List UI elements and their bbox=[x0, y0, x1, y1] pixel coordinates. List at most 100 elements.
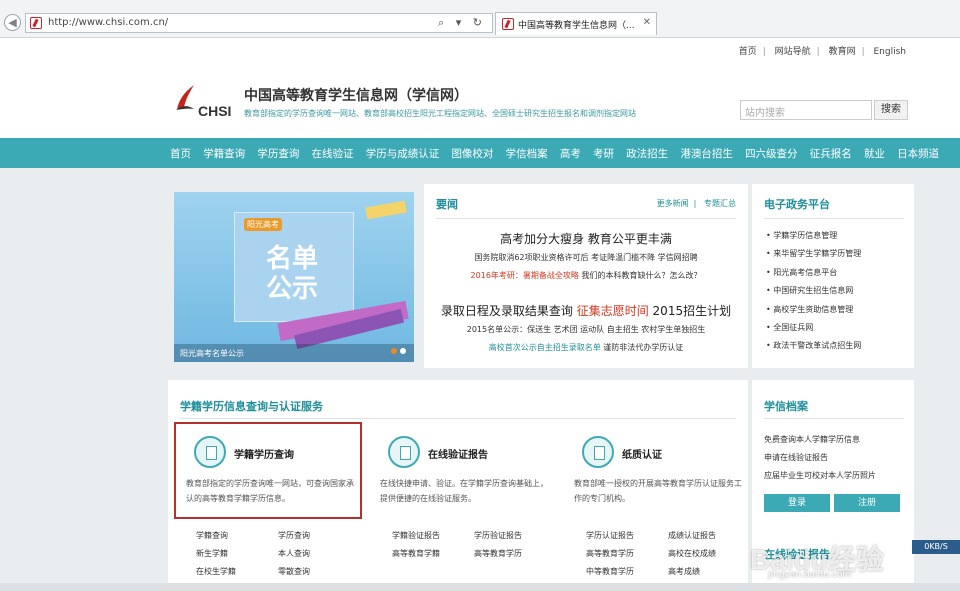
divider bbox=[436, 218, 736, 219]
gov-link[interactable]: • 全国征兵网 bbox=[766, 322, 861, 340]
service-link[interactable]: 学历验证报告 bbox=[474, 530, 522, 541]
gov-link[interactable]: • 高校学生资助信息管理 bbox=[766, 304, 861, 322]
news-panel: 要闻 更多新闻 | 专题汇总 高考加分大瘦身 教育公平更丰满 国务院取消62项职… bbox=[424, 184, 748, 368]
more-news-link[interactable]: 更多新闻 bbox=[657, 199, 689, 208]
nav-item[interactable]: 学历与成绩认证 bbox=[366, 146, 440, 161]
nav-item[interactable]: 日本频道 bbox=[897, 146, 939, 161]
network-speed-badge: 0KB/S bbox=[912, 540, 960, 554]
tab-close-icon[interactable]: ✕ bbox=[643, 17, 651, 28]
news-title: 要闻 bbox=[436, 198, 458, 211]
news-subline-text[interactable]: 谨防非法代办学历认证 bbox=[601, 343, 683, 352]
news-subline-text[interactable]: 我们的本科教育缺什么？怎么改？ bbox=[579, 271, 701, 280]
window-bottom-edge bbox=[0, 583, 960, 591]
banner-pager bbox=[388, 346, 406, 357]
nav-item[interactable]: 学历查询 bbox=[257, 146, 299, 161]
nav-item[interactable]: 港澳台招生 bbox=[680, 146, 733, 161]
service-link[interactable]: 学历认证报告 bbox=[586, 530, 634, 541]
news-subline[interactable]: 2015名单公示：保送生 艺术团 运动队 自主招生 农村学生单独招生 bbox=[424, 324, 748, 335]
service-link[interactable]: 高等教育学历 bbox=[474, 548, 522, 559]
service-link[interactable]: 新生学籍 bbox=[196, 548, 228, 559]
card-title: 纸质认证 bbox=[622, 450, 662, 461]
nav-item[interactable]: 在线验证 bbox=[312, 146, 354, 161]
banner-title: 名单公示 bbox=[266, 244, 319, 304]
news-headline[interactable]: 录取日程及录取结果查询 征集志愿时间 2015招生计划 bbox=[424, 302, 748, 319]
service-link[interactable]: 在校生学籍 bbox=[196, 566, 236, 577]
service-link[interactable]: 成绩认证报告 bbox=[668, 530, 716, 541]
news-headline-part[interactable]: 录取日程及录取结果查询 bbox=[441, 304, 577, 318]
service-link[interactable]: 高等教育学籍 bbox=[392, 548, 440, 559]
gov-link[interactable]: • 中国研究生招生信息网 bbox=[766, 285, 861, 303]
favicon-icon bbox=[30, 17, 42, 29]
site-search-input[interactable]: 站内搜索 bbox=[740, 100, 872, 120]
news-headline[interactable]: 高考加分大瘦身 教育公平更丰满 bbox=[424, 230, 748, 247]
service-link[interactable]: 高考成绩 bbox=[668, 566, 700, 577]
nav-item[interactable]: 征兵报名 bbox=[810, 146, 852, 161]
service-link[interactable]: 本人查询 bbox=[278, 548, 310, 559]
news-subline[interactable]: 国务院取消62项职业资格许可后 考证降温门槛不降 学信网招聘 bbox=[424, 252, 748, 263]
nav-item[interactable]: 学籍查询 bbox=[203, 146, 245, 161]
archive-item[interactable]: 应届毕业生可校对本人学历照片 bbox=[764, 470, 876, 481]
archive-title: 学信档案 bbox=[764, 400, 808, 413]
news-link-separator: | bbox=[691, 199, 702, 208]
news-headline-highlight[interactable]: 征集志愿时间 bbox=[577, 304, 649, 318]
search-button[interactable]: 搜索 bbox=[874, 100, 908, 120]
service-link[interactable]: 高等教育学历 bbox=[586, 548, 634, 559]
baidu-watermark-url: jingyan.baidu.com bbox=[768, 570, 852, 580]
nav-item[interactable]: 就业 bbox=[864, 146, 885, 161]
gov-link-label: 学籍学历信息管理 bbox=[773, 231, 838, 240]
news-highlight[interactable]: 高校首次公示自主招生录取名单 bbox=[489, 343, 601, 352]
nav-item[interactable]: 首页 bbox=[170, 146, 191, 161]
top-link-edu[interactable]: 教育网 bbox=[829, 47, 856, 57]
service-card-online-report[interactable]: 在线验证报告 在线快捷申请、验证。在学籍学历查询基础上，提供便捷的在线验证服务。 bbox=[368, 426, 554, 516]
service-link[interactable]: 学籍验证报告 bbox=[392, 530, 440, 541]
service-link[interactable]: 零散查询 bbox=[278, 566, 310, 577]
card-description: 在线快捷申请、验证。在学籍学历查询基础上，提供便捷的在线验证服务。 bbox=[380, 479, 548, 503]
address-bar[interactable]: http://www.chsi.com.cn/ ⌕ ▾ ↻ bbox=[25, 13, 493, 33]
address-url: http://www.chsi.com.cn/ bbox=[48, 17, 169, 28]
top-link-sitemap[interactable]: 网站导航 bbox=[775, 47, 811, 57]
login-button[interactable]: 登录 bbox=[764, 494, 830, 512]
promo-banner[interactable]: 阳光高考 名单公示 阳光高考名单公示 bbox=[174, 192, 414, 362]
gov-link[interactable]: • 来华留学生学籍学历管理 bbox=[766, 248, 861, 266]
nav-item[interactable]: 学信档案 bbox=[506, 146, 548, 161]
divider bbox=[764, 418, 904, 419]
divider bbox=[180, 418, 736, 419]
gov-link[interactable]: • 政法干警改革试点招生网 bbox=[766, 340, 861, 358]
divider bbox=[764, 218, 904, 219]
banner-badge: 阳光高考 bbox=[244, 218, 282, 231]
news-subline[interactable]: 高校首次公示自主招生录取名单 谨防非法代办学历认证 bbox=[424, 342, 748, 353]
logo-text: CHSI bbox=[198, 103, 232, 119]
nav-item[interactable]: 图像校对 bbox=[451, 146, 493, 161]
top-link-english[interactable]: English bbox=[874, 47, 907, 57]
nav-item[interactable]: 四六级查分 bbox=[745, 146, 798, 161]
archive-item[interactable]: 申请在线验证报告 bbox=[764, 452, 828, 463]
service-link[interactable]: 中等教育学历 bbox=[586, 566, 634, 577]
archive-item[interactable]: 免费查询本人学籍学历信息 bbox=[764, 434, 860, 445]
service-link[interactable]: 学历查询 bbox=[278, 530, 310, 541]
browser-tab[interactable]: 中国高等教育学生信息网（... ✕ bbox=[495, 12, 657, 35]
service-card-paper-cert[interactable]: 纸质认证 教育部唯一授权的开展高等教育学历认证服务工作的专门机构。 bbox=[562, 426, 748, 516]
pager-dot[interactable] bbox=[400, 348, 406, 354]
top-link-home[interactable]: 首页 bbox=[739, 47, 757, 57]
news-highlight[interactable]: 2016年考研：暑期备战全攻略 bbox=[471, 271, 579, 280]
service-link[interactable]: 学籍查询 bbox=[196, 530, 228, 541]
register-button[interactable]: 注册 bbox=[834, 494, 900, 512]
gov-link-label: 中国研究生招生信息网 bbox=[773, 286, 854, 296]
nav-item[interactable]: 政法招生 bbox=[626, 146, 668, 161]
banner-caption: 阳光高考名单公示 bbox=[174, 344, 414, 362]
nav-item[interactable]: 高考 bbox=[560, 146, 581, 161]
site-title: 中国高等教育学生信息网（学信网） bbox=[244, 88, 468, 104]
address-controls[interactable]: ⌕ ▾ ↻ bbox=[438, 16, 486, 30]
news-subline[interactable]: 2016年考研：暑期备战全攻略 我们的本科教育缺什么？怎么改？ bbox=[424, 270, 748, 281]
pager-dot[interactable] bbox=[391, 348, 397, 354]
gov-link[interactable]: • 阳光高考信息平台 bbox=[766, 267, 861, 285]
annotation-highlight-box bbox=[174, 422, 362, 519]
nav-item[interactable]: 考研 bbox=[593, 146, 614, 161]
back-icon[interactable]: ◀ bbox=[4, 14, 21, 31]
news-headline-part[interactable]: 2015招生计划 bbox=[649, 304, 732, 318]
site-logo[interactable]: CHSI bbox=[174, 83, 234, 123]
site-subtitle: 教育部指定的学历查询唯一网站、教育部高校招生阳光工程指定网站、全国硕士研究生招生… bbox=[244, 109, 636, 118]
gov-link[interactable]: • 学籍学历信息管理 bbox=[766, 230, 861, 248]
service-link[interactable]: 高校在校成绩 bbox=[668, 548, 716, 559]
special-topics-link[interactable]: 专题汇总 bbox=[704, 199, 736, 208]
